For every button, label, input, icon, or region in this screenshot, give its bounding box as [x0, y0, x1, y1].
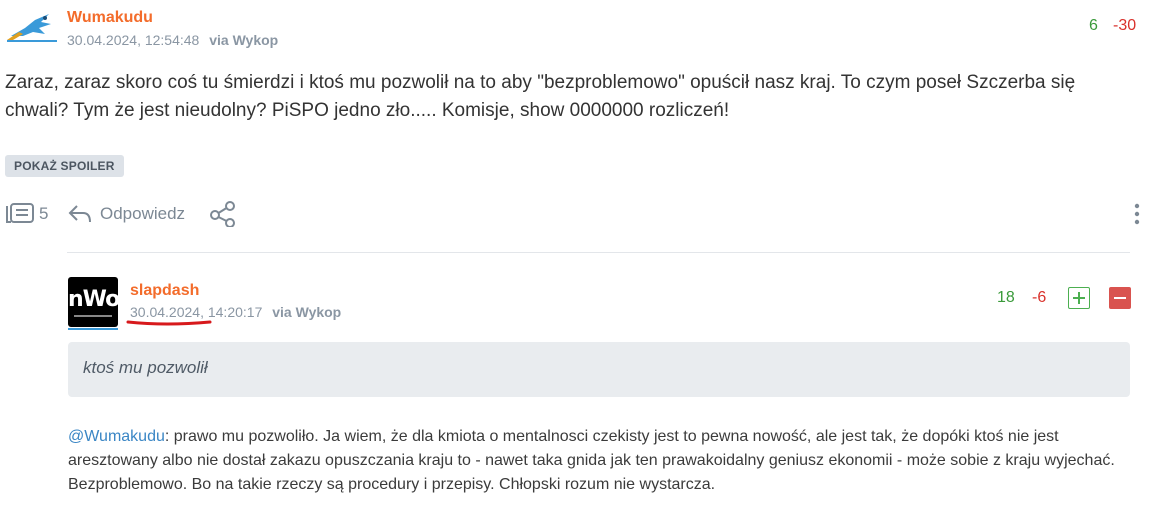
- quote-block: ktoś mu pozwolił: [68, 342, 1130, 397]
- plus-icon: [1073, 292, 1085, 304]
- minus-icon: [1114, 297, 1126, 299]
- post-avatar[interactable]: [5, 10, 57, 44]
- reply-arrow-icon: [68, 205, 91, 223]
- reply-label: Odpowiedz: [100, 204, 186, 223]
- more-options-icon[interactable]: [1134, 203, 1140, 225]
- post-author[interactable]: Wumakudu: [67, 9, 153, 27]
- reply-text: @Wumakudu: prawo mu pozwoliło. Ja wiem, …: [68, 425, 1130, 497]
- post-via[interactable]: via Wykop: [209, 32, 278, 48]
- reply-avatar[interactable]: nWo: [68, 277, 118, 327]
- post-meta: 30.04.2024, 12:54:48 via Wykop: [67, 32, 278, 48]
- quote-text: ktoś mu pozwolił: [83, 358, 208, 377]
- share-icon: [210, 201, 235, 228]
- comments-count-button[interactable]: 5: [5, 201, 48, 227]
- comments-count: 5: [39, 204, 49, 223]
- reply-via[interactable]: via Wykop: [272, 304, 341, 320]
- reply-author[interactable]: slapdash: [130, 282, 199, 300]
- post-text: Zaraz, zaraz skoro coś tu śmierdzi i kto…: [5, 72, 1076, 121]
- show-spoiler-button[interactable]: POKAŻ SPOILER: [5, 155, 124, 177]
- post-date[interactable]: 30.04.2024, 12:54:48: [67, 32, 199, 48]
- bird-logo-icon: [7, 14, 51, 40]
- mention-link[interactable]: @Wumakudu: [68, 428, 165, 445]
- upvote-button[interactable]: [1068, 287, 1090, 309]
- reply-votes-minus: -6: [1032, 289, 1047, 306]
- post-votes-minus: -30: [1113, 17, 1137, 34]
- red-underline-annotation: [126, 320, 212, 326]
- avatar-logo-text: nWo: [68, 287, 118, 312]
- divider: [67, 252, 1130, 253]
- share-button[interactable]: [209, 201, 237, 232]
- avatar-underline: [68, 328, 118, 330]
- downvote-button[interactable]: [1109, 287, 1131, 309]
- reply-votes-plus: 18: [997, 289, 1015, 306]
- post-votes-plus: 6: [1089, 17, 1098, 34]
- reply-button[interactable]: Odpowiedz: [67, 201, 185, 227]
- reply-body: : prawo mu pozwoliło. Ja wiem, że dla km…: [68, 428, 1115, 493]
- comments-icon: [6, 203, 34, 223]
